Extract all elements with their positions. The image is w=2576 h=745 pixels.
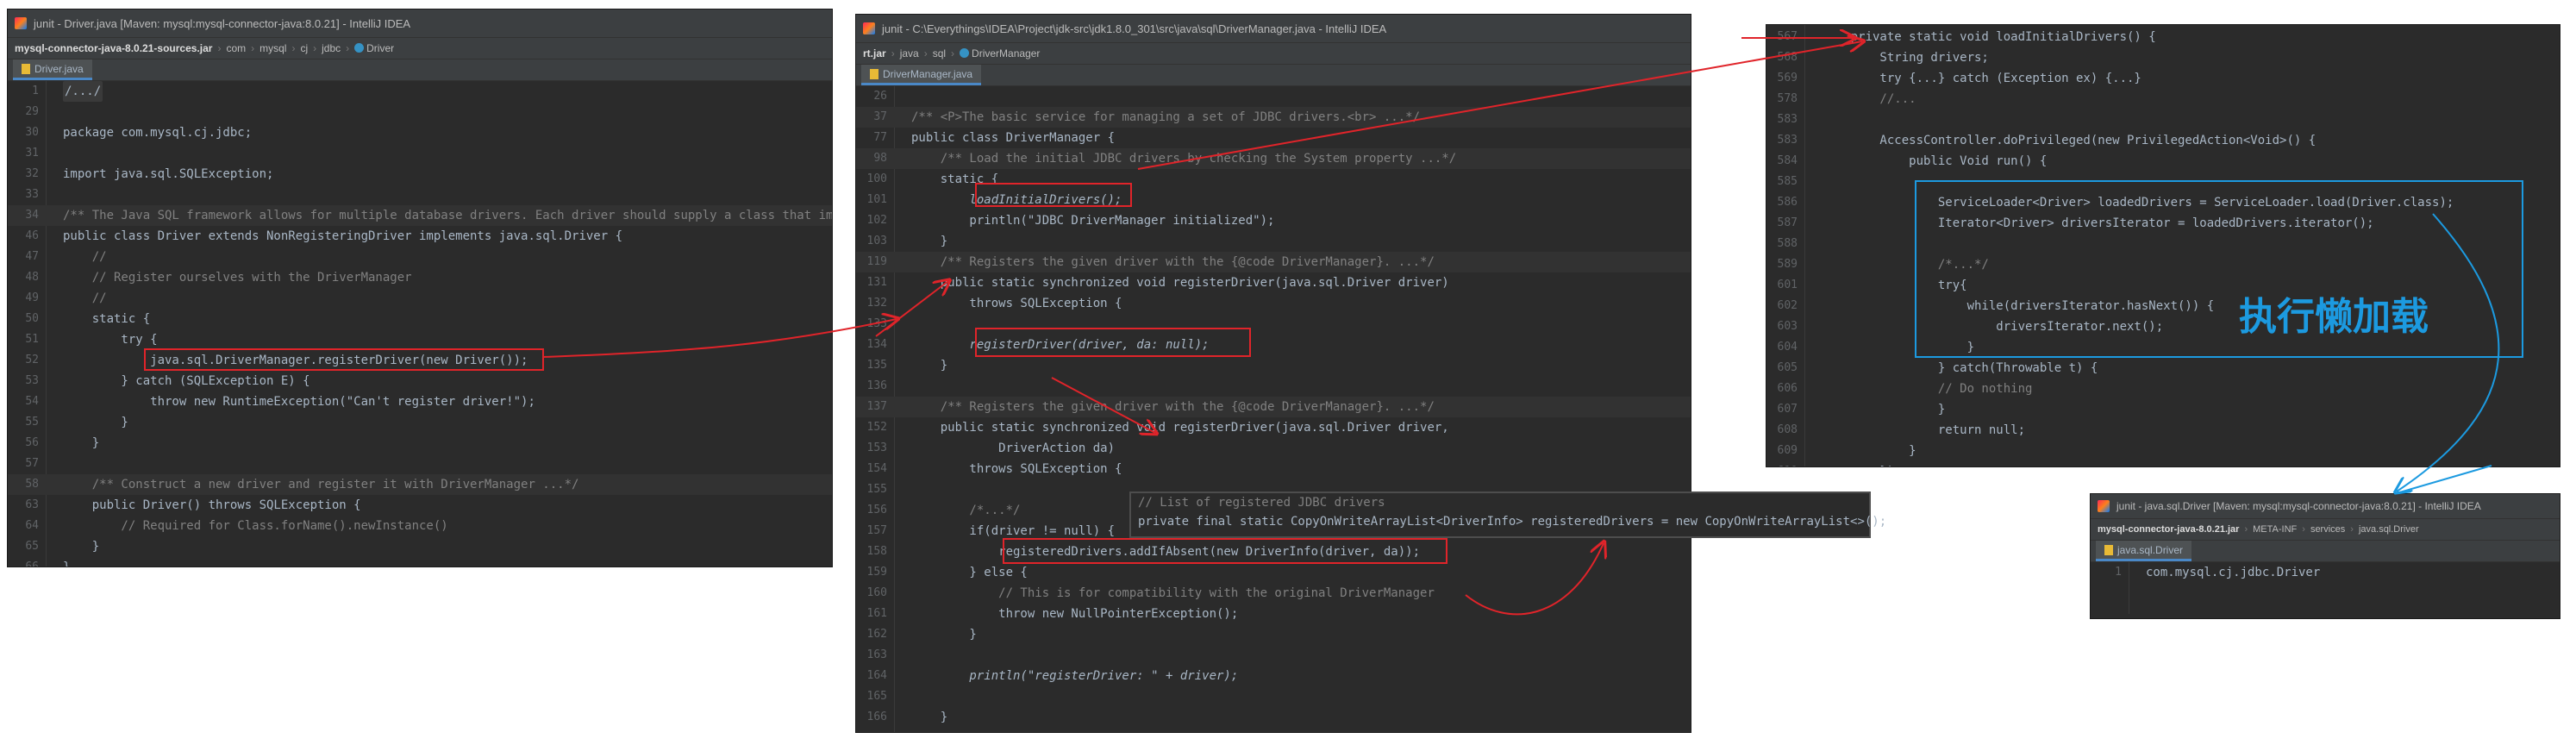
- arrow-lazy-load-to-services: [2397, 213, 2500, 491]
- annotation-arrows: [542, 0, 2500, 616]
- arrow-registerdriver-to-drivermanager: [542, 319, 897, 358]
- arrow-overload-to-register: [1051, 377, 1155, 433]
- arrow-add-to-field-declaration: [1465, 543, 1604, 616]
- arrow-loadinitialdrivers-to-impl: [1137, 41, 1862, 170]
- arrow-registerdriver-to-overload: [875, 281, 948, 337]
- arrow-services-pointer: [2396, 465, 2492, 494]
